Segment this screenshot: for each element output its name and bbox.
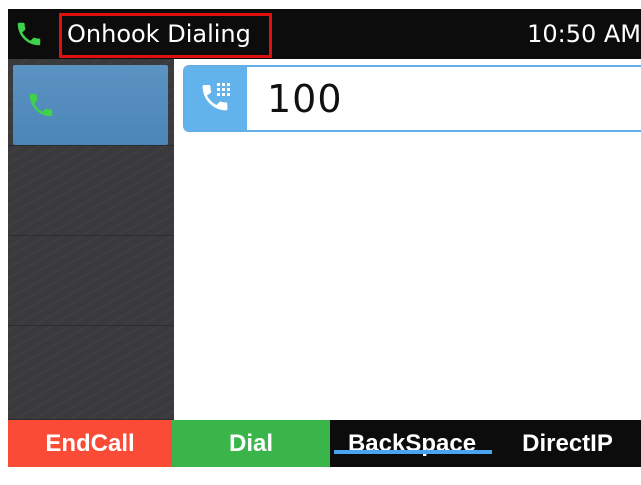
softkey-bar: EndCall Dial BackSpace DirectIP [8, 420, 641, 467]
dial-softkey[interactable]: Dial [172, 420, 330, 467]
status-time: 10:50 AM [527, 20, 641, 48]
phone-handset-icon [17, 22, 41, 46]
highlight-box [59, 13, 272, 58]
phone-screen: Onhook Dialing 10:50 AM 100 EndCall Dial… [8, 9, 641, 467]
directip-softkey[interactable]: DirectIP [494, 420, 641, 467]
line-key-sidebar [8, 59, 174, 420]
endcall-softkey[interactable]: EndCall [8, 420, 172, 467]
status-bar: Onhook Dialing 10:50 AM [8, 9, 641, 59]
line-key-3[interactable] [8, 239, 174, 326]
dial-input-field[interactable]: 100 [183, 65, 641, 132]
backspace-softkey[interactable]: BackSpace [330, 420, 494, 467]
softkey-selection-indicator [334, 450, 492, 454]
dial-input-icon-block [185, 67, 247, 130]
dialed-number[interactable]: 100 [267, 73, 343, 125]
line-key-4[interactable] [8, 329, 174, 420]
line-key-2[interactable] [8, 149, 174, 236]
line-key-1[interactable] [8, 59, 174, 146]
line-key-1-active[interactable] [13, 65, 168, 145]
dialpad-phone-icon [202, 83, 230, 111]
phone-handset-icon [29, 93, 53, 117]
